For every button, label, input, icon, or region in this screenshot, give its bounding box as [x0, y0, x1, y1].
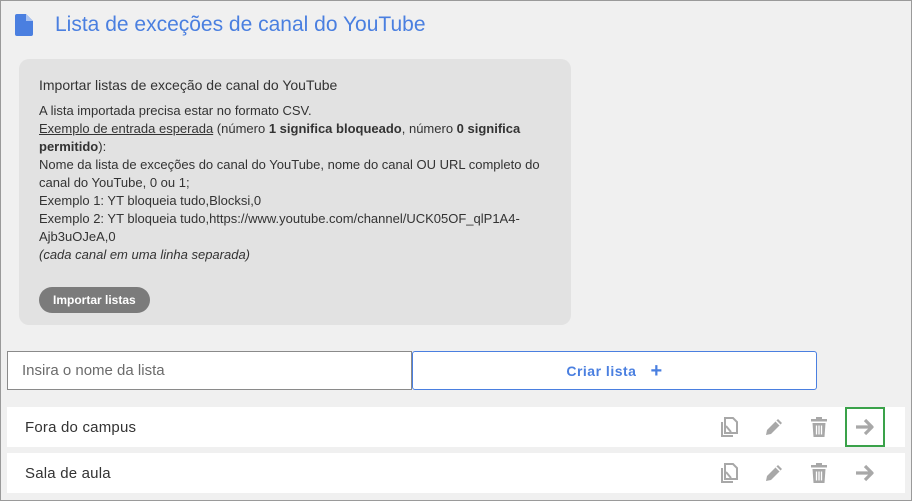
create-list-button[interactable]: Criar lista + [412, 351, 817, 390]
trash-icon[interactable] [799, 407, 839, 447]
arrow-right-icon[interactable] [845, 407, 885, 447]
import-example-description: Exemplo de entrada esperada (número 1 si… [39, 121, 521, 154]
create-list-label: Criar lista [566, 362, 637, 379]
trash-icon[interactable] [799, 453, 839, 493]
copy-icon[interactable] [709, 453, 749, 493]
import-card: Importar listas de exceção de canal do Y… [19, 59, 571, 325]
document-icon [15, 14, 33, 36]
example-link[interactable]: Exemplo de entrada esperada [39, 121, 213, 136]
import-card-title: Importar listas de exceção de canal do Y… [39, 77, 338, 93]
page-header: Lista de exceções de canal do YouTube [15, 11, 426, 39]
import-lists-button[interactable]: Importar listas [39, 287, 150, 313]
import-example-2: Exemplo 2: YT bloqueia tudo,https://www.… [39, 211, 520, 244]
import-format-spec: Nome da lista de exceções do canal do Yo… [39, 157, 540, 190]
import-note: (cada canal em uma linha separada) [39, 247, 251, 262]
list-row: Sala de aula [7, 453, 905, 493]
import-format-note: A lista importada precisa estar no forma… [39, 103, 312, 118]
pencil-icon[interactable] [754, 453, 794, 493]
copy-icon[interactable] [709, 407, 749, 447]
list-row-name: Fora do campus [25, 418, 137, 436]
list-row-name: Sala de aula [25, 464, 111, 482]
page-title: Lista de exceções de canal do YouTube [55, 13, 426, 36]
arrow-right-icon[interactable] [845, 453, 885, 493]
list-name-input[interactable] [7, 351, 412, 390]
pencil-icon[interactable] [754, 407, 794, 447]
plus-icon: + [650, 359, 663, 382]
list-row: Fora do campus [7, 407, 905, 447]
import-example-1: Exemplo 1: YT bloqueia tudo,Blocksi,0 [39, 193, 262, 208]
